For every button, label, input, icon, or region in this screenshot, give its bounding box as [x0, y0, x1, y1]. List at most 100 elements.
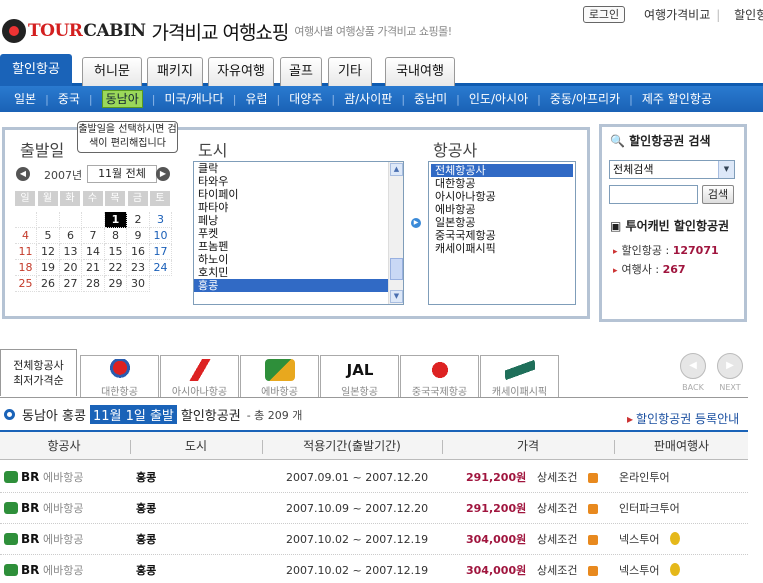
subnav-item[interactable]: 일본 — [14, 92, 36, 106]
top-link-price-compare[interactable]: 여행가격비교 — [644, 8, 710, 22]
subnav-item[interactable]: 중남미 — [414, 92, 447, 106]
calendar-day[interactable]: 12 — [37, 244, 60, 260]
calendar-day[interactable]: 14 — [82, 244, 105, 260]
subnav-item[interactable]: 괌/사이판 — [344, 92, 392, 106]
calendar-day[interactable]: 17 — [150, 244, 172, 260]
subnav-item[interactable]: 미국/캐나다 — [164, 92, 223, 106]
airline-option[interactable]: 일본항공 — [431, 216, 573, 229]
airline-tab-jal[interactable]: JAL 일본항공 — [320, 355, 399, 398]
tab-domestic[interactable]: 국내여행 — [385, 57, 455, 86]
calendar-day[interactable]: 7 — [82, 228, 105, 244]
calendar-day[interactable]: 19 — [37, 260, 60, 276]
scroll-thumb[interactable] — [390, 258, 403, 280]
subnav-item[interactable]: 중동/아프리카 — [550, 92, 620, 106]
city-option[interactable]: 파타야 — [194, 201, 403, 214]
calendar-day[interactable]: 11 — [15, 244, 37, 260]
city-option[interactable]: 하노이 — [194, 253, 403, 266]
calendar-day[interactable]: 18 — [15, 260, 37, 276]
chevron-down-icon[interactable]: ▼ — [718, 161, 734, 178]
city-option[interactable]: 호치민 — [194, 266, 403, 279]
calendar-day[interactable]: 1 — [105, 212, 127, 228]
airline-tab-korean-air[interactable]: 대한항공 — [80, 355, 159, 398]
subnav-item[interactable]: 중국 — [58, 92, 80, 106]
next-button[interactable]: ▶ NEXT — [714, 353, 746, 397]
calendar-month[interactable]: 11월 전체 — [87, 165, 157, 183]
airline-option[interactable]: 대한항공 — [431, 177, 573, 190]
row-agency[interactable]: 인터파크투어 — [619, 493, 680, 524]
subnav-item[interactable]: 인도/아시아 — [469, 92, 528, 106]
subnav-item[interactable]: 대양주 — [289, 92, 322, 106]
calendar-day[interactable]: 4 — [15, 228, 37, 244]
calendar-day[interactable]: 22 — [105, 260, 127, 276]
detail-plus-icon[interactable] — [588, 535, 598, 545]
calendar-day[interactable]: 16 — [127, 244, 150, 260]
calendar-day[interactable]: 8 — [105, 228, 127, 244]
detail-conditions-link[interactable]: 상세조건 — [537, 462, 577, 493]
detail-conditions-link[interactable]: 상세조건 — [537, 555, 577, 583]
calendar-day[interactable]: 27 — [60, 276, 82, 292]
calendar-day[interactable]: 20 — [60, 260, 82, 276]
calendar-day[interactable]: 13 — [60, 244, 82, 260]
next-month-icon[interactable]: ▶ — [156, 167, 170, 181]
detail-plus-icon[interactable] — [588, 566, 598, 576]
airline-option[interactable]: 캐세이패시픽 — [431, 242, 573, 255]
city-option[interactable]: 타이페이 — [194, 188, 403, 201]
calendar-day[interactable]: 21 — [82, 260, 105, 276]
detail-conditions-link[interactable]: 상세조건 — [537, 524, 577, 555]
city-scrollbar[interactable]: ▲ ▼ — [388, 162, 403, 304]
airline-tab-all[interactable]: 전체항공사 최저가격순 — [0, 349, 77, 396]
tab-package[interactable]: 패키지 — [147, 57, 203, 86]
calendar-day[interactable]: 30 — [127, 276, 150, 292]
airline-option[interactable]: 전체항공사 — [431, 164, 573, 177]
scroll-up-icon[interactable]: ▲ — [390, 163, 403, 176]
keyword-input[interactable] — [609, 185, 698, 204]
airline-option[interactable]: 아시아나항공 — [431, 190, 573, 203]
tab-discount-air[interactable]: 할인항공 — [0, 54, 72, 86]
subnav-item[interactable]: 제주 할인항공 — [642, 92, 712, 106]
calendar-day[interactable]: 10 — [150, 228, 172, 244]
tab-etc[interactable]: 기타 — [328, 57, 372, 86]
city-option[interactable]: 푸켓 — [194, 227, 403, 240]
calendar-day[interactable]: 29 — [105, 276, 127, 292]
subnav-item[interactable]: 동남아 — [101, 90, 143, 108]
city-listbox[interactable]: 클락 타와우 타이페이 파타야 페낭 푸켓 프놈펜 하노이 호치민 홍콩 ▲ ▼ — [193, 161, 404, 305]
airline-listbox[interactable]: 전체항공사 대한항공 아시아나항공 에바항공 일본항공 중국국제항공 캐세이패시픽 — [428, 161, 576, 305]
register-guide-link[interactable]: 할인항공권 등록안내 — [627, 410, 739, 427]
row-agency[interactable]: 넥스투어 — [619, 555, 659, 583]
subnav-item[interactable]: 유럽 — [245, 92, 267, 106]
tab-free-travel[interactable]: 자유여행 — [208, 57, 274, 86]
calendar-day[interactable]: 5 — [37, 228, 60, 244]
city-option[interactable]: 클락 — [194, 162, 403, 175]
search-type-select[interactable]: 전체검색 ▼ — [609, 160, 735, 179]
calendar-day[interactable]: 6 — [60, 228, 82, 244]
search-button[interactable]: 검색 — [702, 185, 734, 204]
calendar-day[interactable]: 23 — [127, 260, 150, 276]
login-button[interactable]: 로그인 — [583, 6, 625, 23]
back-button[interactable]: ◀ BACK — [677, 353, 709, 397]
airline-tab-air-china[interactable]: 중국국제항공 — [400, 355, 479, 398]
tab-honeymoon[interactable]: 허니문 — [82, 57, 142, 86]
airline-option[interactable]: 중국국제항공 — [431, 229, 573, 242]
row-agency[interactable]: 넥스투어 — [619, 524, 659, 555]
row-agency[interactable]: 온라인투어 — [619, 462, 670, 493]
calendar-day[interactable]: 9 — [127, 228, 150, 244]
calendar-day[interactable]: 3 — [150, 212, 172, 228]
calendar-day[interactable]: 2 — [127, 212, 150, 228]
detail-conditions-link[interactable]: 상세조건 — [537, 493, 577, 524]
airline-tab-asiana[interactable]: 아시아나항공 — [160, 355, 239, 398]
calendar-day[interactable]: 26 — [37, 276, 60, 292]
airline-tab-eva[interactable]: 에바항공 — [240, 355, 319, 398]
city-option[interactable]: 페낭 — [194, 214, 403, 227]
airline-option[interactable]: 에바항공 — [431, 203, 573, 216]
calendar-day[interactable]: 28 — [82, 276, 105, 292]
prev-month-icon[interactable]: ◀ — [16, 167, 30, 181]
tab-golf[interactable]: 골프 — [280, 57, 322, 86]
city-option[interactable]: 프놈펜 — [194, 240, 403, 253]
city-option[interactable]: 홍콩 — [194, 279, 403, 292]
airline-tab-cathay[interactable]: 캐세이패시픽 — [480, 355, 559, 398]
city-option[interactable]: 타와우 — [194, 175, 403, 188]
site-logo[interactable]: TOUR CABIN 가격비교 여행쇼핑 여행사별 여행상품 가격비교 쇼핑몰! — [2, 14, 452, 48]
calendar-day[interactable]: 25 — [15, 276, 37, 292]
scroll-down-icon[interactable]: ▼ — [390, 290, 403, 303]
calendar-day[interactable]: 15 — [105, 244, 127, 260]
